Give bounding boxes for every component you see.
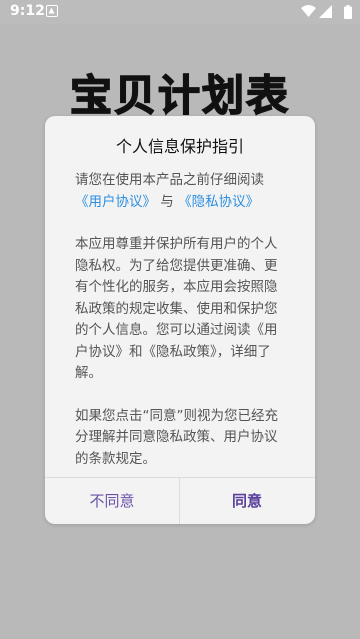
agree-button[interactable]: 同意 [180, 478, 314, 524]
user-agreement-link[interactable]: 《用户协议》 [75, 194, 156, 210]
notification-app-icon [46, 5, 58, 17]
battery-icon [344, 5, 352, 19]
dialog-footer: 不同意 同意 [45, 477, 315, 524]
consent-paragraph: 如果您点击“同意”则视为您已经充分理解并同意隐私政策、用户协议的条款规定。 [75, 407, 278, 467]
privacy-dialog: 个人信息保护指引 请您在使用本产品之前仔细阅读 《用户协议》 与 《隐私协议》 … [45, 116, 315, 524]
intro-text: 请您在使用本产品之前仔细阅读 [75, 172, 264, 188]
privacy-policy-link[interactable]: 《隐私协议》 [178, 194, 259, 210]
status-time: 9:12 [10, 3, 45, 19]
dialog-title: 个人信息保护指引 [115, 137, 244, 156]
dialog-body: 请您在使用本产品之前仔细阅读 《用户协议》 与 《隐私协议》 本应用尊重并保护所… [75, 170, 290, 470]
cellular-signal-icon [319, 5, 332, 18]
intro-paragraph: 请您在使用本产品之前仔细阅读 《用户协议》 与 《隐私协议》 [75, 170, 290, 213]
and-text: 与 [160, 193, 174, 210]
status-bar: 9:12 [0, 0, 360, 24]
app-title: 宝贝计划表 [69, 70, 290, 121]
disagree-button[interactable]: 不同意 [45, 478, 179, 524]
wifi-icon [301, 5, 316, 17]
privacy-paragraph: 本应用尊重并保护所有用户的个人隐私权。为了给您提供更准确、更有个性化的服务，本应… [75, 236, 278, 381]
